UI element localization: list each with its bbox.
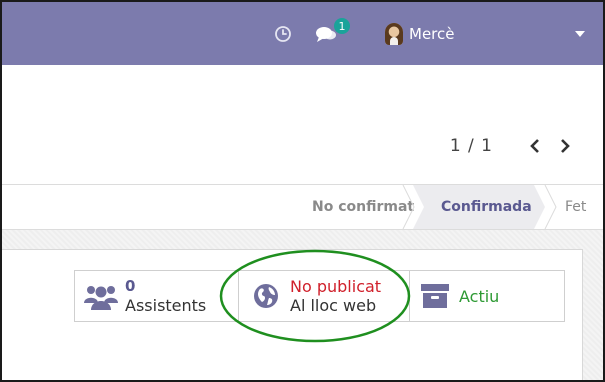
user-name: Mercè [409,24,455,43]
attendees-button[interactable]: 0 Assistents [75,271,239,321]
website-status: No publicat [290,277,382,296]
archive-icon [417,278,453,314]
globe-icon [248,278,284,314]
stage-separator [402,185,415,229]
user-avatar [385,22,403,45]
website-label: Al lloc web [290,296,377,315]
pager-next-button[interactable] [555,135,575,157]
stage-confirmada[interactable]: Confirmada [413,185,545,229]
website-publish-button[interactable]: No publicat Al lloc web [239,271,410,321]
top-navbar: 1 Mercè [2,2,603,65]
active-toggle-button[interactable]: Actiu [410,271,564,321]
messages-count-badge: 1 [334,18,350,34]
stage-no-confirmat[interactable]: No confirmat [312,185,414,229]
chevron-right-icon [561,139,570,153]
pager-value[interactable]: 1 / 1 [450,136,493,156]
activity-clock-icon[interactable] [274,2,292,65]
caret-down-icon[interactable] [575,2,585,65]
messages-icon[interactable] [315,2,337,65]
smart-button-box: 0 Assistents No publicat Al lloc web Act… [74,270,565,322]
pager-previous-button[interactable] [525,135,545,157]
active-label: Actiu [459,286,500,306]
users-icon [83,278,119,314]
attendees-count: 0 [125,277,136,295]
user-menu[interactable]: Mercè [385,2,454,65]
app-window: 1 Mercè 1 / 1 No confirmat Confirmada Fe… [0,0,605,382]
chevron-left-icon [530,139,539,153]
stage-separator [544,185,557,229]
status-bar: No confirmat Confirmada Fet [2,184,603,230]
record-pager: 1 / 1 [450,135,575,157]
stage-fet[interactable]: Fet [565,185,586,229]
attendees-label: Assistents [125,296,207,315]
